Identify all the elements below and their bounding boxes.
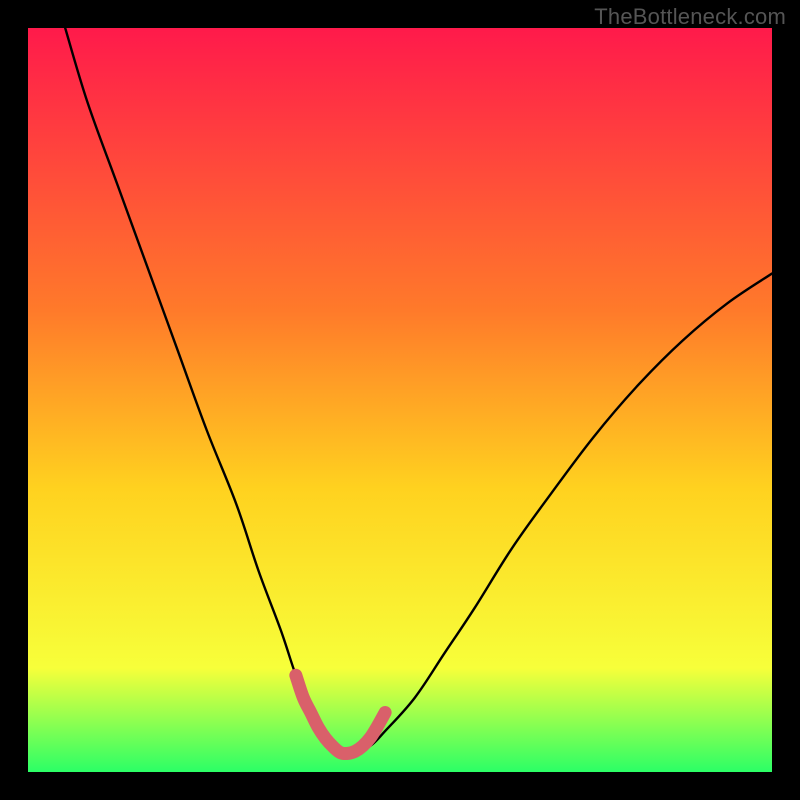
bottleneck-chart xyxy=(28,28,772,772)
watermark-text: TheBottleneck.com xyxy=(594,4,786,30)
plot-area xyxy=(28,28,772,772)
chart-frame: TheBottleneck.com xyxy=(0,0,800,800)
gradient-background xyxy=(28,28,772,772)
